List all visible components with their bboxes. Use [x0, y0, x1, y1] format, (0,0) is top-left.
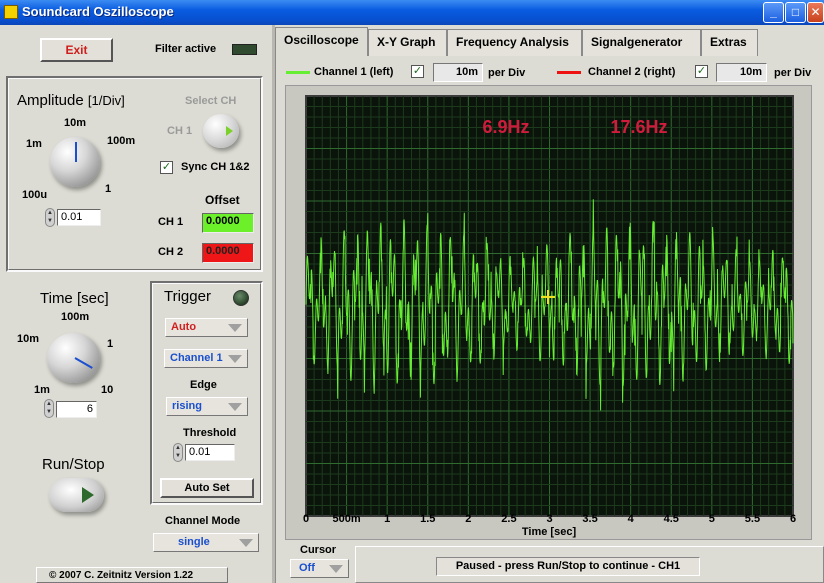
trigger-mode-select[interactable]: Auto	[165, 318, 248, 337]
channel-mode-select[interactable]: single	[153, 533, 259, 552]
time-scale-1: 1	[107, 338, 114, 350]
ch1-per-div-field[interactable]: 10m	[433, 63, 483, 82]
tab-xy-graph[interactable]: X-Y Graph	[368, 29, 447, 56]
chevron-down-icon	[228, 355, 242, 363]
filter-active-label: Filter active	[155, 43, 217, 55]
ch1-frequency-readout: 6.9Hz	[482, 117, 529, 137]
x-axis-label: Time [sec]	[522, 526, 577, 538]
amp-scale-1: 1	[105, 183, 112, 195]
knob-pointer	[74, 357, 93, 369]
close-button[interactable]: ✕	[807, 2, 824, 23]
trigger-panel	[150, 281, 263, 505]
chevron-down-icon	[329, 565, 343, 573]
chevron-down-icon	[228, 324, 242, 332]
x-tick-label: 500m	[333, 513, 361, 525]
time-scale-1m: 1m	[34, 384, 50, 396]
select-ch-label: CH 1	[167, 125, 193, 137]
select-ch-toggle[interactable]	[203, 114, 239, 148]
amplitude-knob[interactable]	[50, 137, 100, 187]
x-tick-label: 5	[709, 513, 715, 525]
amp-scale-10m: 10m	[64, 117, 87, 129]
tab-frequency-analysis[interactable]: Frequency Analysis	[447, 29, 582, 56]
time-scale-10m: 10m	[17, 333, 40, 345]
ch2-legend-line	[557, 71, 581, 74]
x-tick-label: 1.5	[420, 513, 435, 525]
time-title: Time [sec]	[40, 290, 109, 307]
trigger-title: Trigger	[164, 288, 211, 305]
ch1-checkbox[interactable]: ✓	[411, 65, 424, 78]
amplitude-value-field[interactable]: 0.01	[57, 209, 101, 226]
copyright-label: © 2007 C. Zeitnitz Version 1.22	[36, 567, 228, 583]
chevron-down-icon	[239, 539, 253, 547]
x-tick-label: 4	[628, 513, 635, 525]
minimize-button[interactable]: _	[763, 2, 784, 23]
window-title: Soundcard Oszilloscope	[22, 4, 174, 19]
edge-select[interactable]: rising	[166, 397, 248, 416]
runstop-button[interactable]	[49, 478, 104, 512]
time-knob[interactable]	[47, 333, 100, 383]
edge-label: Edge	[190, 379, 217, 391]
ch2-per-div-label: per Div	[774, 67, 812, 79]
cursor-select[interactable]: Off	[290, 559, 349, 578]
x-tick-label: 1	[384, 513, 390, 525]
amplitude-spinner[interactable]: ▲ ▼	[45, 208, 55, 227]
amp-scale-1m: 1m	[26, 138, 42, 150]
amp-scale-100u: 100u	[22, 189, 48, 201]
maximize-button[interactable]: □	[785, 2, 806, 23]
sync-checkbox[interactable]: ✓	[160, 161, 173, 174]
select-ch-title: Select CH	[185, 95, 237, 107]
x-tick-label: 4.5	[664, 513, 679, 525]
ch2-per-div-field[interactable]: 10m	[716, 63, 767, 82]
offset-ch2-label: CH 2	[158, 246, 184, 258]
ch2-label: Channel 2 (right)	[588, 66, 676, 78]
offset-ch1-field[interactable]: 0.0000	[202, 213, 254, 233]
threshold-field[interactable]: 0.01	[185, 444, 235, 461]
ch1-legend-line	[286, 71, 310, 74]
knob-pointer	[75, 142, 77, 162]
ch1-per-div-label: per Div	[488, 67, 526, 79]
x-tick-label: 6	[790, 513, 796, 525]
select-ch-indicator	[226, 126, 233, 136]
scope-display[interactable]: 0 500m 1 1.5 2 2.5 3 3.5 4 4.5 5 5.5 6 Time [sec] 6.…	[285, 85, 812, 540]
amp-scale-100m: 100m	[107, 135, 136, 147]
play-icon	[82, 487, 94, 503]
exit-button[interactable]: Exit	[40, 38, 113, 62]
x-tick-label: 3.5	[582, 513, 597, 525]
offset-title: Offset	[205, 193, 240, 207]
ch1-label: Channel 1 (left)	[314, 66, 394, 78]
sync-label: Sync CH 1&2	[181, 161, 250, 173]
chevron-down-icon	[228, 403, 242, 411]
ch2-checkbox[interactable]: ✓	[695, 65, 708, 78]
time-scale-100m: 100m	[61, 311, 90, 323]
x-tick-label: 0	[303, 513, 309, 525]
amplitude-title: Amplitude [1/Div]	[17, 92, 125, 109]
threshold-label: Threshold	[183, 427, 237, 439]
runstop-label: Run/Stop	[42, 456, 105, 473]
trigger-channel-select[interactable]: Channel 1	[164, 349, 248, 368]
tab-signalgenerator[interactable]: Signalgenerator	[582, 29, 701, 56]
ch2-frequency-readout: 17.6Hz	[610, 117, 667, 137]
time-scale-10: 10	[101, 384, 114, 396]
title-bar: Soundcard Oszilloscope _ □ ✕	[0, 0, 824, 25]
channel-mode-label: Channel Mode	[165, 515, 241, 527]
tab-oscilloscope[interactable]: Oscilloscope	[275, 27, 368, 56]
auto-set-button[interactable]: Auto Set	[160, 478, 254, 498]
offset-ch1-label: CH 1	[158, 216, 184, 228]
time-spinner[interactable]: ▲ ▼	[44, 399, 54, 418]
cursor-label: Cursor	[300, 544, 337, 556]
time-value-field[interactable]: 6	[56, 401, 97, 418]
x-tick-label: 2	[465, 513, 471, 525]
offset-ch2-field[interactable]: 0.0000	[202, 243, 254, 263]
x-tick-label: 5.5	[745, 513, 760, 525]
x-tick-label: 3	[546, 513, 552, 525]
x-tick-label: 2.5	[501, 513, 516, 525]
trigger-led	[233, 290, 249, 306]
tab-extras[interactable]: Extras	[701, 29, 758, 56]
app-icon	[4, 5, 18, 19]
status-text: Paused - press Run/Stop to continue - CH…	[436, 557, 700, 576]
filter-led[interactable]	[232, 44, 257, 55]
threshold-spinner[interactable]: ▲ ▼	[173, 443, 183, 462]
